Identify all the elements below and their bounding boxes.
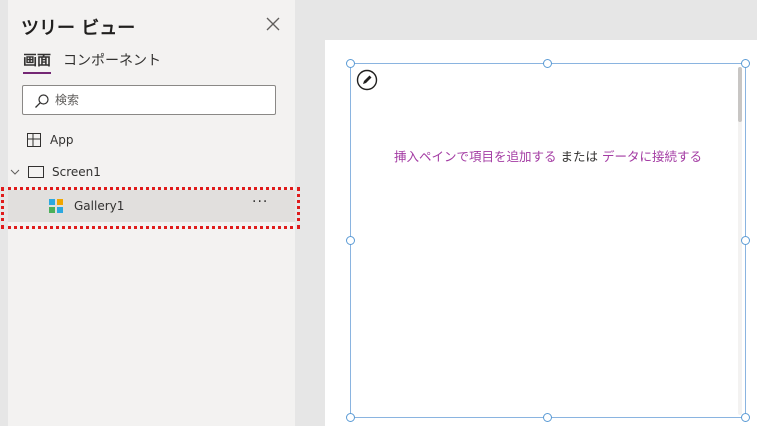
tree-item-label: App xyxy=(50,133,74,147)
insert-pane-link[interactable]: 挿入ペインで項目を追加する xyxy=(394,149,557,164)
resize-handle-top-right[interactable] xyxy=(741,59,750,68)
tree-item-label: Screen1 xyxy=(52,165,101,179)
empty-gallery-message: 挿入ペインで項目を追加する または データに接続する xyxy=(355,146,741,165)
resize-handle-top[interactable] xyxy=(543,59,552,68)
resize-handle-left[interactable] xyxy=(346,236,355,245)
chevron-down-icon[interactable] xyxy=(8,165,22,179)
tab-components[interactable]: コンポーネント xyxy=(63,50,161,74)
tree-item-screen1[interactable]: Screen1 xyxy=(8,162,101,182)
connect-data-link[interactable]: データに接続する xyxy=(602,149,702,164)
gallery-control[interactable] xyxy=(350,63,746,418)
resize-handle-bottom-right[interactable] xyxy=(741,413,750,422)
resize-handle-top-left[interactable] xyxy=(346,59,355,68)
panel-title: ツリー ビュー xyxy=(21,18,136,39)
search-box[interactable] xyxy=(22,85,276,115)
edit-icon[interactable] xyxy=(356,69,378,91)
app-icon xyxy=(27,133,41,147)
search-input[interactable] xyxy=(55,91,265,109)
tree-item-app[interactable]: App xyxy=(26,130,73,150)
close-icon[interactable] xyxy=(264,15,282,33)
search-icon xyxy=(35,94,49,108)
message-connector: または xyxy=(556,149,602,164)
tab-screens[interactable]: 画面 xyxy=(23,50,51,74)
resize-handle-right[interactable] xyxy=(741,236,750,245)
resize-handle-bottom-left[interactable] xyxy=(346,413,355,422)
screen-icon xyxy=(28,166,44,178)
scrollbar-thumb[interactable] xyxy=(738,67,742,122)
highlight-annotation xyxy=(1,187,300,229)
resize-handle-bottom[interactable] xyxy=(543,413,552,422)
tab-bar: 画面 コンポーネント xyxy=(23,50,161,76)
